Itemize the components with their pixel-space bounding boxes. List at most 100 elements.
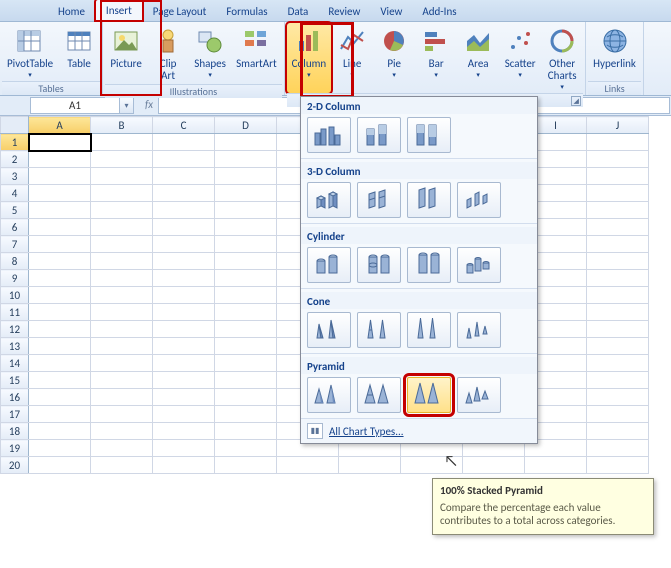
- cell[interactable]: [29, 423, 91, 440]
- cell[interactable]: [29, 151, 91, 168]
- chart-type-100stacked-cylinder[interactable]: [407, 247, 451, 283]
- row-header[interactable]: 5: [1, 202, 29, 219]
- cell[interactable]: [215, 372, 277, 389]
- row-header[interactable]: 6: [1, 219, 29, 236]
- row-header[interactable]: 9: [1, 270, 29, 287]
- chart-type-100stacked-pyramid[interactable]: [407, 377, 451, 413]
- cell[interactable]: [153, 355, 215, 372]
- tab-data[interactable]: Data: [278, 1, 319, 21]
- cell[interactable]: [215, 134, 277, 151]
- row-header[interactable]: 13: [1, 338, 29, 355]
- cell[interactable]: [29, 287, 91, 304]
- row-header[interactable]: 16: [1, 389, 29, 406]
- row-header[interactable]: 18: [1, 423, 29, 440]
- cell[interactable]: [215, 355, 277, 372]
- cell[interactable]: [215, 406, 277, 423]
- chart-type-stacked-cone[interactable]: [357, 312, 401, 348]
- cell[interactable]: [587, 151, 649, 168]
- cell[interactable]: [153, 304, 215, 321]
- cell[interactable]: [91, 457, 153, 474]
- cell[interactable]: [153, 185, 215, 202]
- cell[interactable]: [91, 236, 153, 253]
- chart-type-clustered-pyramid[interactable]: [307, 377, 351, 413]
- cell[interactable]: [91, 151, 153, 168]
- chart-type-stacked-cylinder[interactable]: [357, 247, 401, 283]
- cell[interactable]: [153, 372, 215, 389]
- cell[interactable]: [91, 406, 153, 423]
- chart-type-3d-column[interactable]: [457, 182, 501, 218]
- all-chart-types-link[interactable]: All Chart Types...: [329, 425, 404, 438]
- hyperlink-button[interactable]: Hyperlink: [588, 23, 641, 81]
- chart-type-stacked-column-3d[interactable]: [357, 182, 401, 218]
- chart-type-stacked-pyramid[interactable]: [357, 377, 401, 413]
- cell[interactable]: [29, 202, 91, 219]
- cell[interactable]: [215, 440, 277, 457]
- cell[interactable]: [153, 440, 215, 457]
- row-header[interactable]: 7: [1, 236, 29, 253]
- row-header[interactable]: 1: [1, 134, 29, 151]
- cell[interactable]: [29, 134, 91, 151]
- cell[interactable]: [215, 321, 277, 338]
- cell[interactable]: [153, 168, 215, 185]
- row-header[interactable]: 12: [1, 321, 29, 338]
- col-header[interactable]: J: [587, 117, 649, 134]
- cell[interactable]: [91, 338, 153, 355]
- cell[interactable]: [153, 389, 215, 406]
- smartart-button[interactable]: SmartArt: [231, 23, 282, 84]
- cell[interactable]: [215, 219, 277, 236]
- cell[interactable]: [587, 372, 649, 389]
- cell[interactable]: [153, 423, 215, 440]
- col-header[interactable]: D: [215, 117, 277, 134]
- cell[interactable]: [215, 185, 277, 202]
- cell[interactable]: [91, 287, 153, 304]
- cell[interactable]: [91, 304, 153, 321]
- cell[interactable]: [587, 389, 649, 406]
- chart-type-100stacked-column-2d[interactable]: [407, 117, 451, 153]
- cell[interactable]: [153, 457, 215, 474]
- cell[interactable]: [153, 219, 215, 236]
- cell[interactable]: [29, 355, 91, 372]
- cell[interactable]: [29, 406, 91, 423]
- cell[interactable]: [215, 304, 277, 321]
- tab-insert[interactable]: Insert: [95, 0, 143, 21]
- cell[interactable]: [587, 253, 649, 270]
- other-charts-button[interactable]: Other Charts ▾: [541, 23, 583, 93]
- tab-formulas[interactable]: Formulas: [216, 1, 277, 21]
- bar-chart-button[interactable]: Bar ▾: [415, 23, 457, 93]
- fx-icon[interactable]: fx: [140, 96, 158, 115]
- cell[interactable]: [91, 134, 153, 151]
- tab-home[interactable]: Home: [48, 1, 95, 21]
- cell[interactable]: [91, 321, 153, 338]
- scatter-chart-button[interactable]: Scatter ▾: [499, 23, 541, 93]
- tab-addins[interactable]: Add-Ins: [412, 1, 466, 21]
- cell[interactable]: [153, 236, 215, 253]
- cell[interactable]: [29, 168, 91, 185]
- row-header[interactable]: 17: [1, 406, 29, 423]
- cell[interactable]: [587, 287, 649, 304]
- cell[interactable]: [29, 236, 91, 253]
- cell[interactable]: [587, 457, 649, 474]
- cell[interactable]: [91, 253, 153, 270]
- tab-review[interactable]: Review: [318, 1, 370, 21]
- row-header[interactable]: 14: [1, 355, 29, 372]
- chart-type-3d-pyramid[interactable]: [457, 377, 501, 413]
- cell[interactable]: [215, 253, 277, 270]
- cell[interactable]: [153, 202, 215, 219]
- cell[interactable]: [587, 168, 649, 185]
- cell[interactable]: [29, 321, 91, 338]
- cell[interactable]: [215, 389, 277, 406]
- chart-type-clustered-column-2d[interactable]: [307, 117, 351, 153]
- chart-type-clustered-cone[interactable]: [307, 312, 351, 348]
- cell[interactable]: [587, 134, 649, 151]
- clipart-button[interactable]: Clip Art: [147, 23, 189, 84]
- cell[interactable]: [153, 287, 215, 304]
- cell[interactable]: [587, 185, 649, 202]
- row-header[interactable]: 8: [1, 253, 29, 270]
- cell[interactable]: [91, 423, 153, 440]
- cell[interactable]: [29, 338, 91, 355]
- cell[interactable]: [29, 440, 91, 457]
- cell[interactable]: [215, 151, 277, 168]
- line-chart-button[interactable]: Line ▾: [331, 23, 373, 93]
- chart-type-100stacked-cone[interactable]: [407, 312, 451, 348]
- row-header[interactable]: 19: [1, 440, 29, 457]
